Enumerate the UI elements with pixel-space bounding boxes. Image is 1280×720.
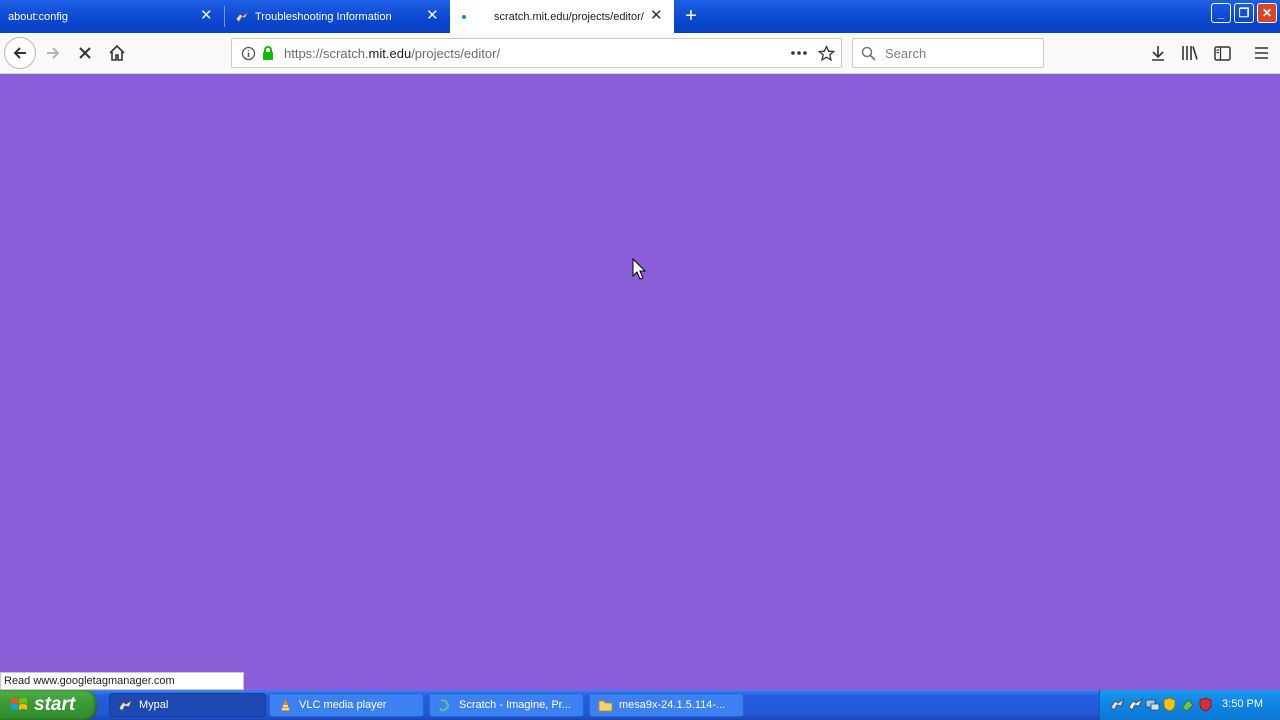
taskbar-item-label: mesa9x-24.1.5.114-...	[619, 699, 726, 711]
close-tab-icon[interactable]: ✕	[200, 8, 213, 23]
url-prefix: https://scratch.	[284, 46, 369, 61]
taskbar-item-folder[interactable]: mesa9x-24.1.5.114-...	[589, 693, 744, 717]
taskbar: start Mypal VLC media player Scratch - I…	[0, 690, 1280, 720]
mypal-favicon-icon	[235, 11, 249, 23]
url-path: /projects/editor/	[411, 46, 501, 61]
taskbar-item-label: Mypal	[139, 699, 169, 711]
bookmark-star-icon[interactable]	[818, 45, 835, 62]
downloads-button[interactable]	[1143, 38, 1173, 68]
sidebar-button[interactable]	[1207, 38, 1237, 68]
hamburger-menu-icon	[1254, 47, 1268, 59]
minimize-button[interactable]: _	[1211, 3, 1231, 23]
library-icon	[1182, 46, 1198, 60]
navigation-toolbar: https://scratch.mit.edu/projects/editor/	[0, 33, 1280, 74]
mypal-tray-icon[interactable]	[1110, 697, 1125, 712]
tab-scratch-editor[interactable]: scratch.mit.edu/projects/editor/ ✕	[450, 0, 674, 33]
sidebar-icon	[1213, 45, 1231, 61]
search-icon	[861, 46, 876, 61]
search-input[interactable]	[883, 45, 1037, 62]
close-window-button[interactable]: ✕	[1257, 3, 1277, 23]
home-button[interactable]	[102, 38, 132, 68]
folder-icon	[598, 700, 613, 711]
safely-remove-hardware-icon[interactable]	[1180, 697, 1195, 712]
taskbar-item-label: VLC media player	[299, 699, 387, 711]
search-box[interactable]	[852, 38, 1044, 68]
home-icon	[109, 44, 125, 61]
scratch-icon	[439, 698, 449, 711]
system-tray: 3:50 PM	[1099, 690, 1280, 720]
info-icon[interactable]	[241, 46, 256, 61]
start-label: start	[34, 694, 76, 715]
loading-dot-icon	[462, 14, 466, 19]
mouse-cursor-icon	[632, 258, 647, 280]
close-tab-icon[interactable]: ✕	[650, 8, 663, 23]
mypal-tray-icon-2[interactable]	[1128, 697, 1143, 712]
url-text: https://scratch.mit.edu/projects/editor/	[284, 46, 500, 61]
mypal-icon	[118, 698, 133, 712]
close-tab-icon[interactable]: ✕	[426, 8, 439, 23]
back-button[interactable]	[4, 37, 36, 69]
page-actions-icon[interactable]	[790, 46, 808, 60]
tab-label: Troubleshooting Information	[255, 10, 392, 23]
forward-button[interactable]	[38, 38, 68, 68]
taskbar-item-scratch[interactable]: Scratch - Imagine, Pr...	[429, 693, 584, 717]
clock[interactable]: 3:50 PM	[1222, 698, 1263, 710]
tab-strip: about:config ✕ Troubleshooting Informati…	[0, 0, 1280, 33]
vlc-icon	[281, 698, 290, 711]
taskbar-item-label: Scratch - Imagine, Pr...	[459, 699, 571, 711]
url-domain: mit.edu	[368, 46, 412, 61]
tab-label: scratch.mit.edu/projects/editor/	[494, 10, 644, 23]
forward-arrow-icon	[47, 47, 60, 59]
start-button[interactable]: start	[0, 690, 97, 720]
tab-label: about:config	[8, 10, 68, 23]
network-tray-icon[interactable]	[1145, 697, 1160, 712]
stop-icon	[79, 47, 91, 59]
menu-button[interactable]	[1246, 38, 1276, 68]
back-arrow-icon	[13, 47, 26, 59]
stop-loading-button[interactable]	[70, 38, 100, 68]
url-bar[interactable]: https://scratch.mit.edu/projects/editor/	[231, 38, 842, 68]
antivirus-shield-icon[interactable]	[1198, 697, 1213, 712]
taskbar-item-mypal[interactable]: Mypal	[109, 693, 266, 717]
tab-about-config[interactable]: about:config ✕	[0, 0, 224, 33]
windows-logo-icon	[11, 698, 27, 710]
page-content-area	[0, 74, 1280, 692]
security-shield-icon[interactable]	[1162, 697, 1177, 712]
restore-button[interactable]: ❐	[1234, 3, 1254, 23]
taskbar-item-vlc[interactable]: VLC media player	[269, 693, 424, 717]
lock-icon[interactable]	[261, 45, 275, 61]
tab-troubleshooting[interactable]: Troubleshooting Information ✕	[225, 0, 450, 33]
library-button[interactable]	[1175, 38, 1205, 68]
download-icon	[1152, 46, 1164, 61]
status-panel: Read www.googletagmanager.com	[0, 672, 244, 690]
new-tab-button[interactable]: +	[680, 6, 702, 28]
